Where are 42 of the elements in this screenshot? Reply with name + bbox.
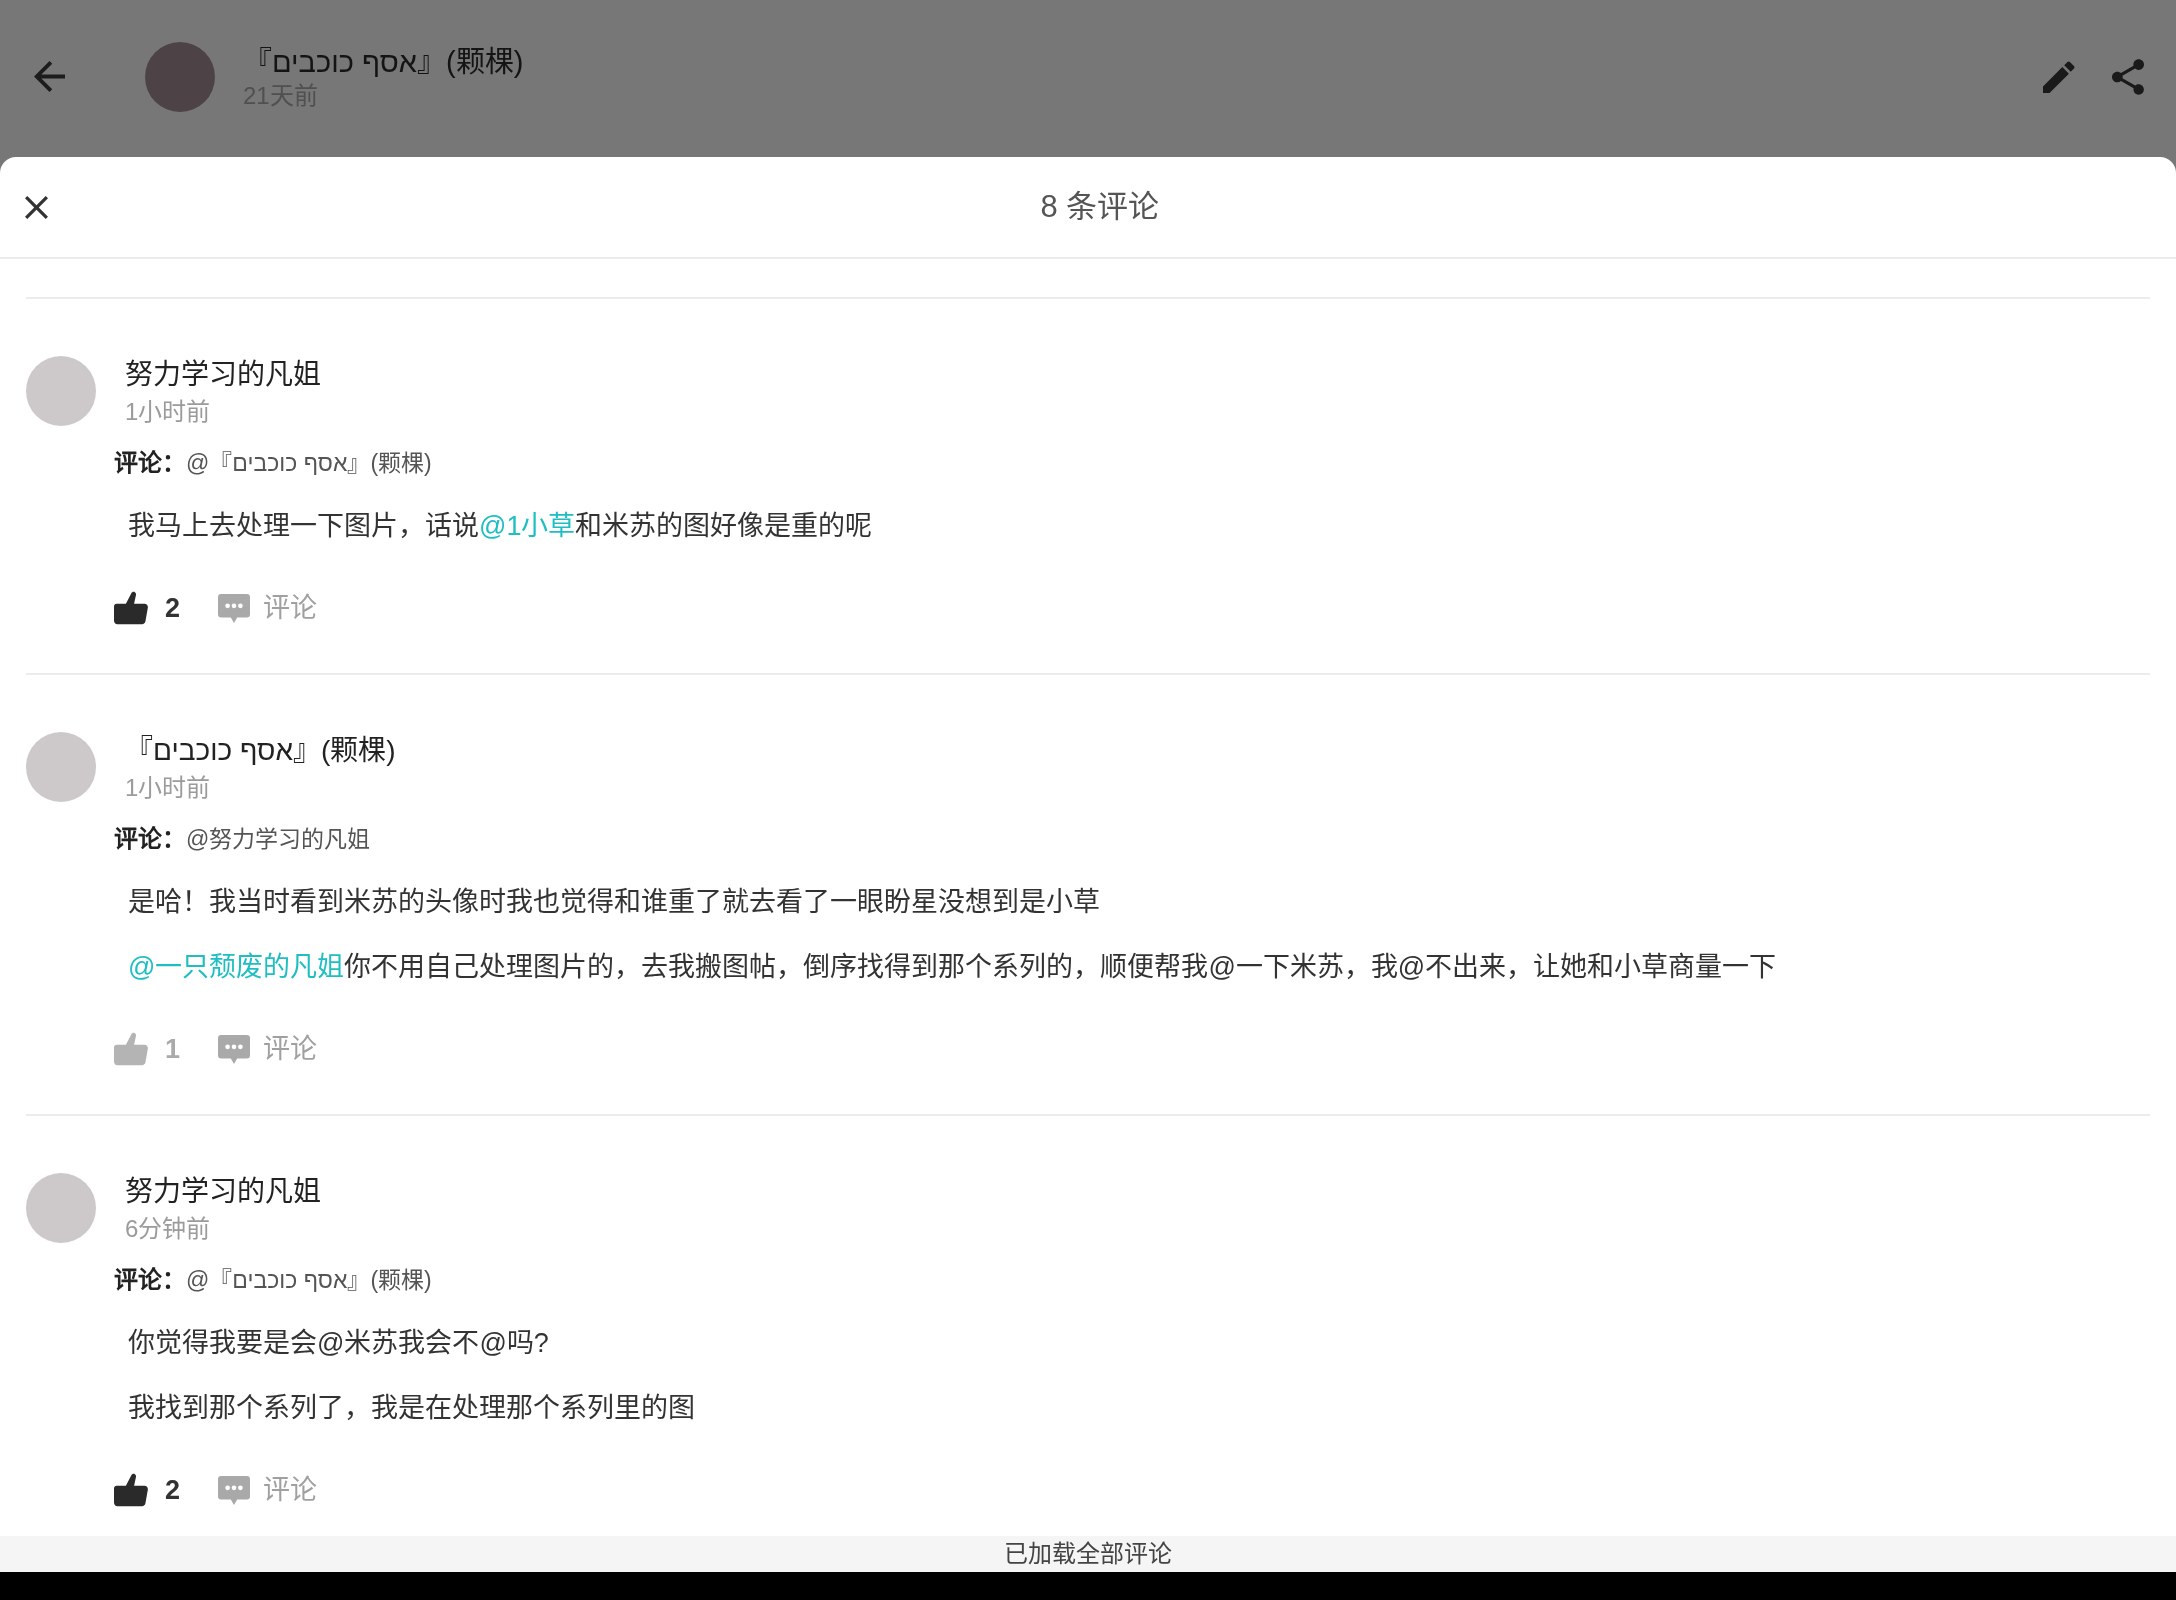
- reply-target: @『אסף כוכבים』(颗棵): [186, 1266, 432, 1295]
- timestamp: 1小时前: [125, 397, 211, 427]
- share-icon: [2112, 58, 2144, 95]
- sheet-title: 8 条评论: [1040, 188, 1160, 226]
- mention-link[interactable]: @一只颓废的凡姐: [128, 952, 345, 982]
- speech-bubble-icon: [218, 1475, 251, 1505]
- reply-button[interactable]: 评论: [218, 1029, 318, 1069]
- comment-text: 我找到那个系列了，我是在处理那个系列里的图: [128, 1392, 695, 1425]
- thumbs-up-icon: [114, 1473, 148, 1507]
- share-button[interactable]: [2112, 58, 2144, 95]
- speech-bubble-icon: [218, 1034, 251, 1064]
- comment-text: 是哈！我当时看到米苏的头像时我也觉得和谁重了就去看了一眼盼星没想到是小草: [128, 886, 1100, 919]
- mention-link[interactable]: @1小草: [479, 511, 576, 541]
- reply-target: @努力学习的凡姐: [186, 825, 371, 854]
- reply-button[interactable]: 评论: [218, 588, 318, 628]
- pencil-icon: [2043, 60, 2075, 93]
- close-button[interactable]: [25, 195, 48, 219]
- timestamp: 6分钟前: [125, 1214, 211, 1244]
- reply-button[interactable]: 评论: [218, 1470, 318, 1510]
- timestamp: 1小时前: [125, 773, 211, 803]
- author-name: 努力学习的凡姐: [125, 358, 321, 392]
- close-icon: [25, 195, 48, 219]
- reply-label: 评论：: [114, 1265, 186, 1295]
- author-name: 『אסף כוכבים』(颗棵): [125, 734, 396, 768]
- author-name: 『אסף כוכבים』(颗棵): [243, 45, 524, 80]
- like-button[interactable]: 1: [114, 1029, 181, 1069]
- all-loaded-text: 已加载全部评论: [1004, 1539, 1172, 1569]
- speech-bubble-icon: [218, 593, 251, 623]
- back-button[interactable]: [34, 61, 65, 92]
- comment-text: 我马上去处理一下图片，话说@1小草和米苏的图好像是重的呢: [128, 510, 873, 543]
- thumbs-up-icon: [114, 1032, 148, 1066]
- like-button[interactable]: 2: [114, 1470, 181, 1510]
- edit-button[interactable]: [2043, 60, 2075, 93]
- like-button[interactable]: 2: [114, 588, 181, 628]
- author-name: 努力学习的凡姐: [125, 1175, 321, 1209]
- reply-label: 评论：: [114, 448, 186, 478]
- reply-target: @『אסף כוכבים』(颗棵): [186, 449, 432, 478]
- comment-text: 你觉得我要是会@米苏我会不@吗?: [128, 1327, 549, 1360]
- reply-label: 评论：: [114, 824, 186, 854]
- back-arrow-icon: [34, 61, 65, 92]
- thumbs-up-icon: [114, 591, 148, 625]
- comment-text: @一只颓废的凡姐你不用自己处理图片的，去我搬图帖，倒序找得到那个系列的，顺便帮我@一下米苏，我@不出来，让她和小草商量一下: [128, 951, 1777, 984]
